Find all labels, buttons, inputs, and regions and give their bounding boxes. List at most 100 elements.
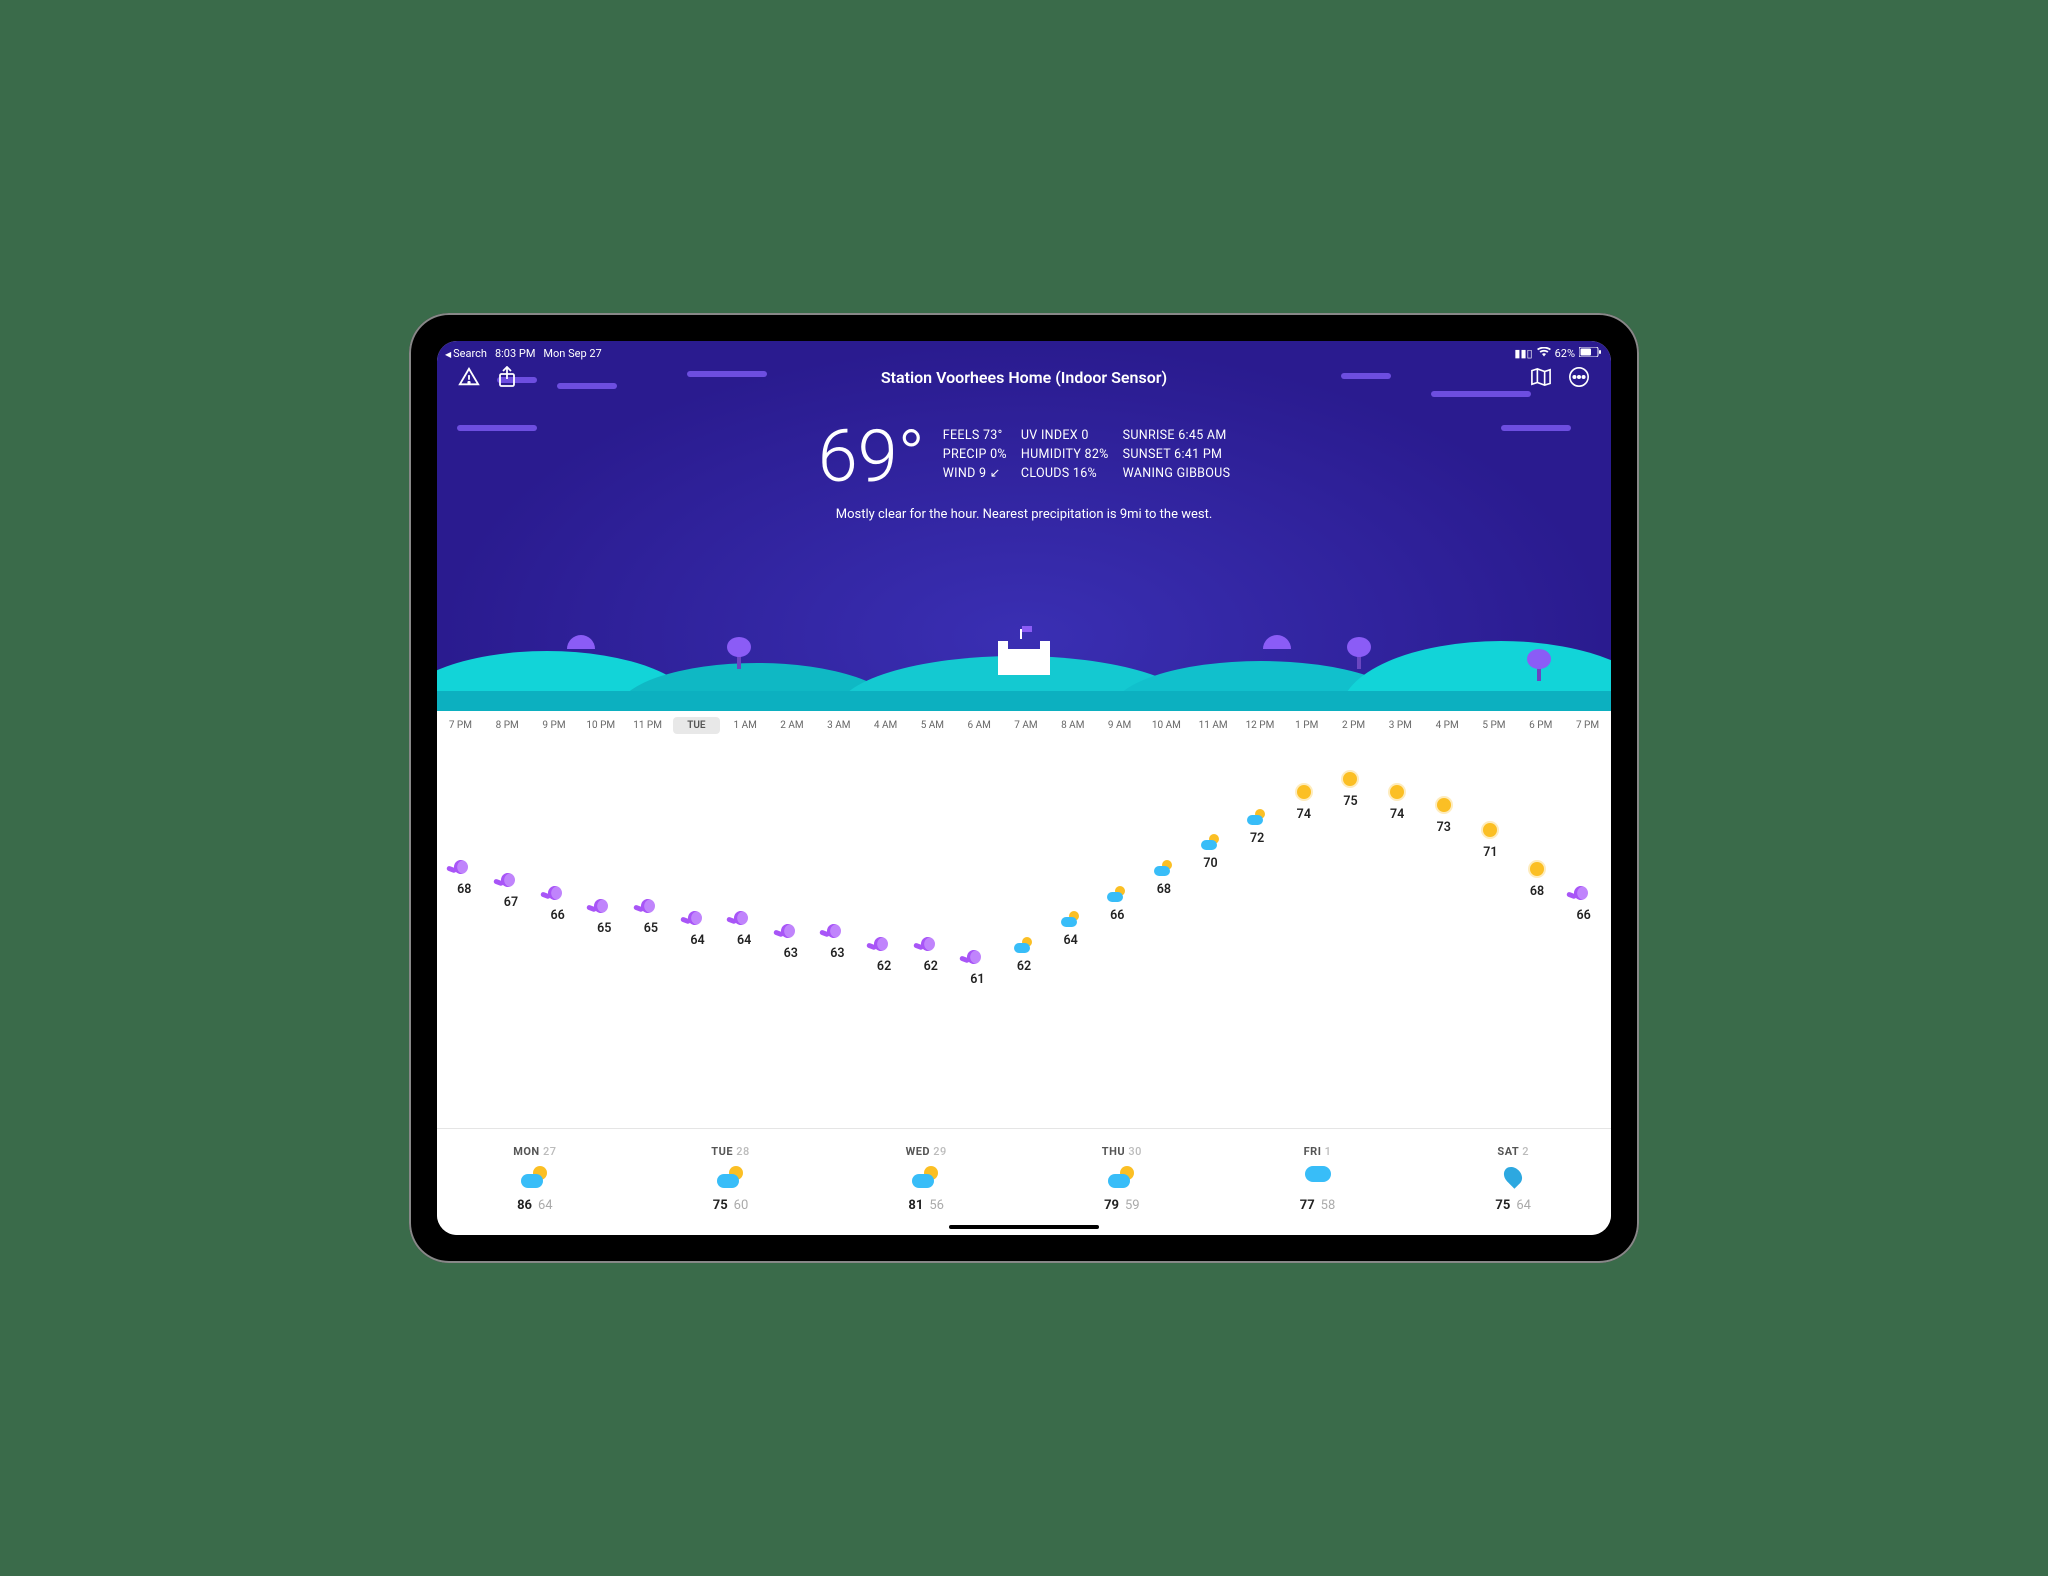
station-title[interactable]: Station Voorhees Home (Indoor Sensor) bbox=[881, 368, 1167, 387]
hourly-point[interactable]: 73 bbox=[1424, 796, 1464, 835]
daily-item[interactable]: WED 298156 bbox=[828, 1145, 1024, 1213]
share-icon[interactable] bbox=[495, 365, 519, 389]
time-label[interactable]: 8 PM bbox=[484, 717, 531, 734]
daily-item[interactable]: THU 307959 bbox=[1024, 1145, 1220, 1213]
time-label[interactable]: 4 AM bbox=[862, 717, 909, 734]
stat-humidity: HUMIDITY 82% bbox=[1021, 446, 1109, 465]
sun-icon bbox=[1387, 785, 1407, 805]
stat-feels: FEELS 73° bbox=[943, 427, 1007, 446]
hourly-chart[interactable]: 6867666565646463636262616264666870727475… bbox=[441, 740, 1607, 1128]
hourly-point[interactable]: 70 bbox=[1191, 834, 1231, 871]
hourly-temp: 63 bbox=[817, 946, 857, 961]
back-to-app[interactable]: Search bbox=[445, 347, 487, 360]
time-label[interactable]: 7 AM bbox=[1003, 717, 1050, 734]
time-label[interactable]: 1 AM bbox=[722, 717, 769, 734]
daily-item[interactable]: SAT 27564 bbox=[1415, 1145, 1611, 1213]
time-label[interactable]: 11 AM bbox=[1190, 717, 1237, 734]
hourly-point[interactable]: 68 bbox=[1517, 860, 1557, 899]
hourly-point[interactable]: 64 bbox=[1051, 911, 1091, 948]
time-label[interactable]: 5 AM bbox=[909, 717, 956, 734]
hourly-temp: 65 bbox=[631, 921, 671, 936]
time-label[interactable]: 6 AM bbox=[956, 717, 1003, 734]
moon-icon bbox=[688, 911, 708, 931]
hourly-point[interactable]: 74 bbox=[1284, 783, 1324, 822]
hourly-point[interactable]: 65 bbox=[584, 899, 624, 936]
hourly-temp: 67 bbox=[491, 895, 531, 910]
hourly-point[interactable]: 74 bbox=[1377, 783, 1417, 822]
rain-icon bbox=[1497, 1166, 1529, 1192]
hourly-point[interactable]: 71 bbox=[1470, 821, 1510, 860]
hourly-point[interactable]: 68 bbox=[1144, 860, 1184, 897]
hourly-temp: 74 bbox=[1284, 807, 1324, 822]
daily-temps: 7564 bbox=[1415, 1198, 1611, 1213]
hourly-temp: 66 bbox=[538, 908, 578, 923]
hourly-point[interactable]: 61 bbox=[957, 950, 997, 987]
hourly-point[interactable]: 62 bbox=[864, 937, 904, 974]
hourly-point[interactable]: 67 bbox=[491, 873, 531, 910]
partly-cloudy-icon bbox=[1247, 809, 1267, 829]
hourly-point[interactable]: 63 bbox=[771, 924, 811, 961]
time-label[interactable]: 10 PM bbox=[577, 717, 624, 734]
time-label[interactable]: 4 PM bbox=[1424, 717, 1471, 734]
time-label[interactable]: 11 PM bbox=[624, 717, 671, 734]
hourly-point[interactable]: 64 bbox=[678, 911, 718, 948]
moon-icon bbox=[501, 873, 521, 893]
time-label[interactable]: 3 PM bbox=[1377, 717, 1424, 734]
cellular-icon: ▮▮▯ bbox=[1514, 347, 1532, 360]
time-label[interactable]: 8 AM bbox=[1049, 717, 1096, 734]
hourly-point[interactable]: 68 bbox=[444, 860, 484, 897]
daily-forecast-row[interactable]: MON 278664TUE 287560WED 298156THU 307959… bbox=[437, 1128, 1611, 1235]
hourly-point[interactable]: 62 bbox=[1004, 937, 1044, 974]
time-label[interactable]: 1 PM bbox=[1283, 717, 1330, 734]
stat-wind: WIND 9 ↙ bbox=[943, 465, 1007, 484]
daily-item[interactable]: MON 278664 bbox=[437, 1145, 633, 1213]
hourly-point[interactable]: 66 bbox=[538, 886, 578, 923]
partly-cloudy-icon bbox=[1107, 886, 1127, 906]
moon-icon bbox=[594, 899, 614, 919]
time-label[interactable]: 7 PM bbox=[437, 717, 484, 734]
hourly-temp: 65 bbox=[584, 921, 624, 936]
time-label[interactable]: 6 PM bbox=[1517, 717, 1564, 734]
time-label[interactable]: 3 AM bbox=[815, 717, 862, 734]
summary-text: Mostly clear for the hour. Nearest preci… bbox=[774, 507, 1274, 522]
time-label[interactable]: 9 AM bbox=[1096, 717, 1143, 734]
time-label[interactable]: 7 PM bbox=[1564, 717, 1611, 734]
daily-label: FRI 1 bbox=[1220, 1145, 1416, 1158]
moon-icon bbox=[734, 911, 754, 931]
alerts-icon[interactable] bbox=[457, 365, 481, 389]
more-icon[interactable] bbox=[1567, 365, 1591, 389]
cloud-icon bbox=[1302, 1166, 1334, 1192]
hourly-temp: 63 bbox=[771, 946, 811, 961]
current-conditions[interactable]: 69° FEELS 73° PRECIP 0% WIND 9 ↙ UV INDE… bbox=[437, 421, 1611, 522]
stat-precip: PRECIP 0% bbox=[943, 446, 1007, 465]
hourly-time-row[interactable]: 7 PM8 PM9 PM10 PM11 PMTUE1 AM2 AM3 AM4 A… bbox=[437, 711, 1611, 740]
sun-icon bbox=[1294, 785, 1314, 805]
battery-icon bbox=[1579, 347, 1601, 360]
time-label[interactable]: 5 PM bbox=[1471, 717, 1518, 734]
hourly-point[interactable]: 64 bbox=[724, 911, 764, 948]
time-label[interactable]: 9 PM bbox=[531, 717, 578, 734]
daily-item[interactable]: TUE 287560 bbox=[633, 1145, 829, 1213]
time-label[interactable]: 12 PM bbox=[1237, 717, 1284, 734]
hourly-temp: 68 bbox=[444, 882, 484, 897]
time-label[interactable]: 10 AM bbox=[1143, 717, 1190, 734]
hourly-point[interactable]: 66 bbox=[1097, 886, 1137, 923]
hero-panel: Search 8:03 PM Mon Sep 27 ▮▮▯ 62% bbox=[437, 341, 1611, 711]
hourly-point[interactable]: 75 bbox=[1330, 770, 1370, 809]
partly-cloudy-icon bbox=[1201, 834, 1221, 854]
time-label[interactable]: 2 AM bbox=[769, 717, 816, 734]
hourly-point[interactable]: 63 bbox=[817, 924, 857, 961]
hourly-point[interactable]: 62 bbox=[911, 937, 951, 974]
map-icon[interactable] bbox=[1529, 365, 1553, 389]
hourly-point[interactable]: 66 bbox=[1564, 886, 1604, 923]
hourly-point[interactable]: 72 bbox=[1237, 809, 1277, 846]
hourly-point[interactable]: 65 bbox=[631, 899, 671, 936]
daily-item[interactable]: FRI 17758 bbox=[1220, 1145, 1416, 1213]
time-label[interactable]: TUE bbox=[673, 717, 720, 734]
moon-icon bbox=[1574, 886, 1594, 906]
moon-icon bbox=[921, 937, 941, 957]
time-label[interactable]: 2 PM bbox=[1330, 717, 1377, 734]
home-indicator[interactable] bbox=[949, 1225, 1099, 1229]
wifi-icon bbox=[1537, 347, 1551, 360]
landscape-decor bbox=[437, 601, 1611, 711]
